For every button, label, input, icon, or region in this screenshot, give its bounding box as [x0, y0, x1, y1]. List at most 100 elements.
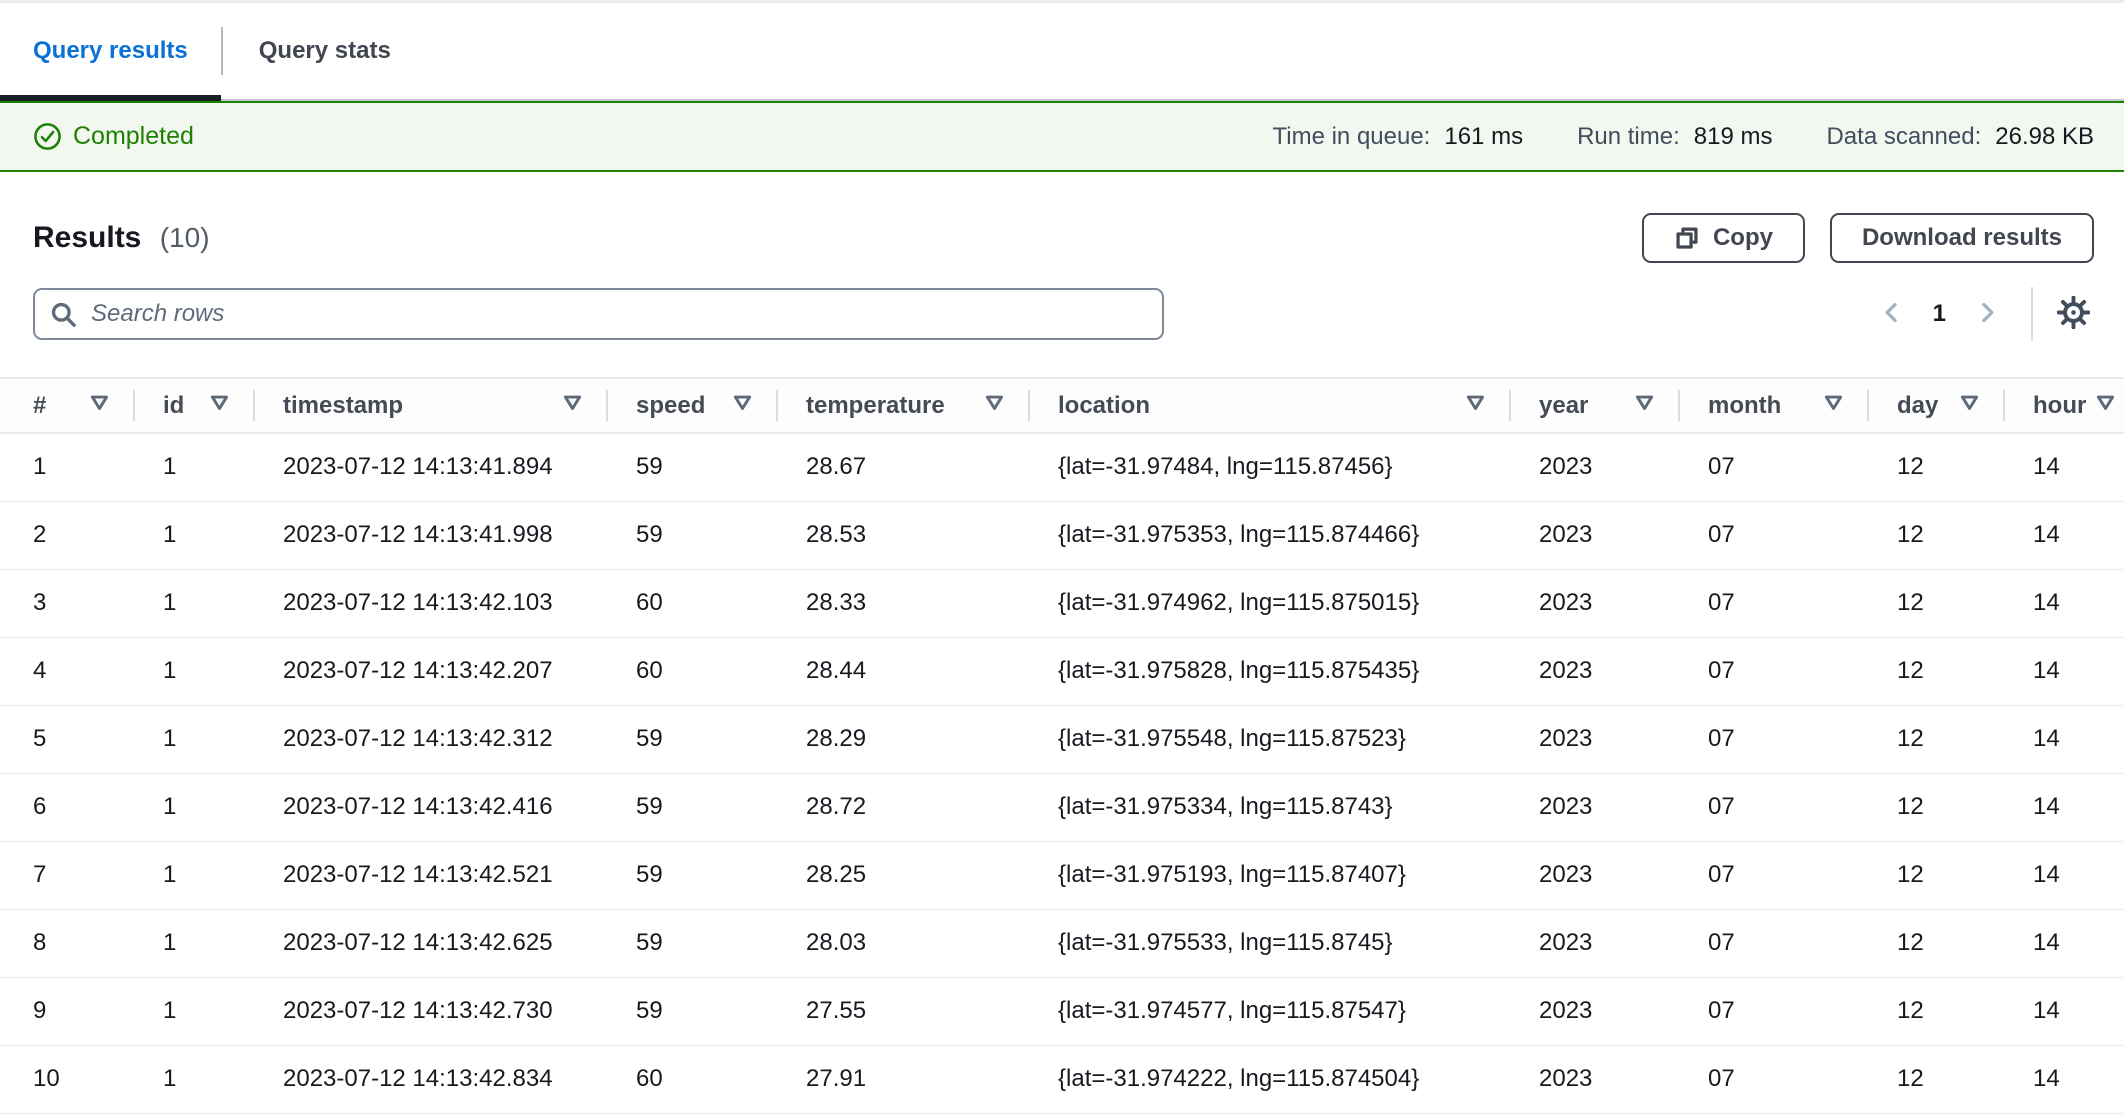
table-cell: 2 — [0, 501, 135, 569]
table-cell: 2023-07-12 14:13:42.730 — [255, 977, 608, 1045]
column-header-temperature[interactable]: temperature — [778, 378, 1030, 433]
table-cell: 07 — [1680, 569, 1869, 637]
table-cell: 14 — [2005, 909, 2124, 977]
results-actions: Copy Download results — [1642, 213, 2094, 263]
table-row: 312023-07-12 14:13:42.1036028.33{lat=-31… — [0, 569, 2124, 637]
filter-triangle-icon[interactable] — [985, 395, 1004, 416]
table-cell: 12 — [1869, 637, 2005, 705]
search-rows-box — [33, 288, 1164, 340]
column-header-timestamp[interactable]: timestamp — [255, 378, 608, 433]
filter-triangle-icon[interactable] — [563, 395, 582, 416]
table-cell: 60 — [608, 1045, 778, 1113]
table-cell: 28.67 — [778, 433, 1030, 501]
column-label: day — [1897, 392, 1938, 420]
gear-icon — [2057, 296, 2090, 332]
table-cell: 10 — [0, 1045, 135, 1113]
table-cell: 12 — [1869, 1045, 2005, 1113]
table-cell: 2023 — [1511, 841, 1680, 909]
results-header-bar: Results (10) Copy Download results — [33, 213, 2094, 263]
table-cell: 2023-07-12 14:13:42.834 — [255, 1045, 608, 1113]
results-table: # id timestamp speed temperaturelocation year… — [0, 377, 2124, 1114]
copy-button[interactable]: Copy — [1642, 213, 1805, 263]
table-cell: 07 — [1680, 977, 1869, 1045]
filter-triangle-icon[interactable] — [210, 395, 229, 416]
stat-run-time: Run time: 819 ms — [1577, 123, 1772, 151]
column-header-year[interactable]: year — [1511, 378, 1680, 433]
tab-query-results-label: Query results — [33, 37, 188, 65]
column-header-row-number[interactable]: # — [0, 378, 135, 433]
table-cell: 59 — [608, 433, 778, 501]
copy-button-label: Copy — [1713, 224, 1773, 252]
table-controls: 1 — [33, 288, 2094, 340]
filter-triangle-icon[interactable] — [1960, 395, 1979, 416]
filter-triangle-icon[interactable] — [1635, 395, 1654, 416]
table-cell: 07 — [1680, 773, 1869, 841]
table-cell: 1 — [135, 705, 255, 773]
download-results-button[interactable]: Download results — [1830, 213, 2094, 263]
table-cell: 59 — [608, 841, 778, 909]
table-cell: 59 — [608, 501, 778, 569]
tab-query-results[interactable]: Query results — [0, 3, 221, 99]
column-label: year — [1539, 392, 1588, 420]
table-cell: 2023 — [1511, 433, 1680, 501]
table-cell: 1 — [135, 501, 255, 569]
column-label: month — [1708, 392, 1781, 420]
tab-query-stats-label: Query stats — [259, 37, 391, 65]
query-stats-summary: Time in queue: 161 ms Run time: 819 ms D… — [1272, 123, 2094, 151]
table-cell: 28.44 — [778, 637, 1030, 705]
table-cell: 3 — [0, 569, 135, 637]
table-cell: 60 — [608, 637, 778, 705]
table-cell: 2023-07-12 14:13:42.625 — [255, 909, 608, 977]
filter-triangle-icon[interactable] — [90, 395, 109, 416]
table-cell: 14 — [2005, 637, 2124, 705]
filter-triangle-icon[interactable] — [733, 395, 752, 416]
tab-bar: Query results Query stats — [0, 0, 2124, 101]
column-label: # — [33, 392, 46, 420]
table-cell: 07 — [1680, 501, 1869, 569]
filter-triangle-icon[interactable] — [2096, 395, 2115, 416]
results-count: (10) — [160, 222, 210, 253]
table-cell: 28.29 — [778, 705, 1030, 773]
search-rows-input[interactable] — [33, 288, 1164, 340]
table-cell: {lat=-31.975353, lng=115.874466} — [1030, 501, 1511, 569]
table-cell: 07 — [1680, 841, 1869, 909]
table-cell: 1 — [135, 433, 255, 501]
table-cell: 2023-07-12 14:13:42.521 — [255, 841, 608, 909]
table-cell: 28.72 — [778, 773, 1030, 841]
table-cell: 28.53 — [778, 501, 1030, 569]
results-heading: Results (10) — [33, 221, 210, 255]
column-header-day[interactable]: day — [1869, 378, 2005, 433]
column-label: timestamp — [283, 392, 403, 420]
table-cell: 59 — [608, 773, 778, 841]
chevron-right-icon — [1976, 301, 1999, 327]
filter-triangle-icon[interactable] — [1466, 395, 1485, 416]
table-cell: 2023 — [1511, 501, 1680, 569]
table-cell: 12 — [1869, 433, 2005, 501]
column-header-hour[interactable]: hour — [2005, 378, 2124, 433]
table-row: 1012023-07-12 14:13:42.8346027.91{lat=-3… — [0, 1045, 2124, 1113]
column-header-speed[interactable]: speed — [608, 378, 778, 433]
table-cell: 2023 — [1511, 569, 1680, 637]
tab-query-stats[interactable]: Query stats — [221, 3, 429, 99]
filter-triangle-icon[interactable] — [1824, 395, 1843, 416]
table-cell: 9 — [0, 977, 135, 1045]
table-cell: 7 — [0, 841, 135, 909]
table-cell: 2023 — [1511, 773, 1680, 841]
current-page[interactable]: 1 — [1933, 300, 1946, 328]
table-cell: 12 — [1869, 705, 2005, 773]
table-cell: 2023-07-12 14:13:42.103 — [255, 569, 608, 637]
table-cell: 1 — [135, 841, 255, 909]
table-cell: 8 — [0, 909, 135, 977]
next-page-button[interactable] — [1970, 295, 2005, 333]
table-cell: 12 — [1869, 569, 2005, 637]
table-cell: 12 — [1869, 909, 2005, 977]
column-label: speed — [636, 392, 705, 420]
preferences-button[interactable] — [2053, 292, 2094, 336]
column-header-location[interactable]: location — [1030, 378, 1511, 433]
previous-page-button[interactable] — [1874, 295, 1909, 333]
column-header-id[interactable]: id — [135, 378, 255, 433]
table-header: # id timestamp speed temperaturelocation year… — [0, 378, 2124, 433]
column-header-month[interactable]: month — [1680, 378, 1869, 433]
table-cell: 12 — [1869, 773, 2005, 841]
copy-icon — [1674, 225, 1700, 251]
